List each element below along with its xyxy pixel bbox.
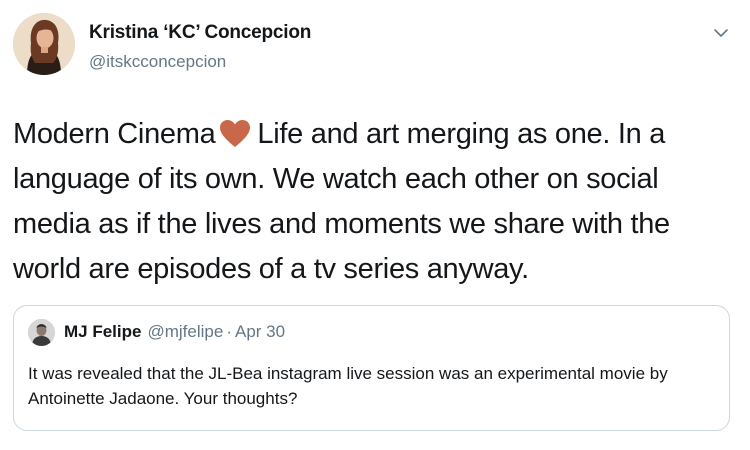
tweet-text: Modern Cinema Life and art merging as one… xyxy=(13,112,713,292)
profile-photo-icon xyxy=(28,319,55,346)
quoted-author-display-name[interactable]: MJ Felipe xyxy=(64,322,141,341)
author-display-name[interactable]: Kristina ‘KC’ Concepcion xyxy=(89,22,311,44)
author-avatar[interactable] xyxy=(13,13,75,75)
quoted-tweet-text: It was revealed that the JL-Bea instagra… xyxy=(28,364,668,408)
quoted-tweet-header: MJ Felipe @mjfelipe · Apr 30 xyxy=(64,322,285,342)
quoted-tweet-card[interactable]: MJ Felipe @mjfelipe · Apr 30 It was reveale… xyxy=(13,305,730,431)
author-handle[interactable]: @itskcconcepcion xyxy=(89,52,226,72)
profile-photo-icon xyxy=(13,13,75,75)
tweet-text-before-emoji: Modern Cinema xyxy=(13,118,216,150)
quoted-author-handle[interactable]: @mjfelipe xyxy=(147,322,223,341)
chevron-down-icon[interactable] xyxy=(712,24,730,42)
quoted-author-avatar[interactable] xyxy=(28,319,55,346)
header-separator: · xyxy=(226,322,232,341)
heart-icon xyxy=(219,119,251,149)
tweet: Kristina ‘KC’ Concepcion @itskcconcepcio… xyxy=(0,0,750,450)
quoted-tweet-date[interactable]: Apr 30 xyxy=(235,322,285,341)
